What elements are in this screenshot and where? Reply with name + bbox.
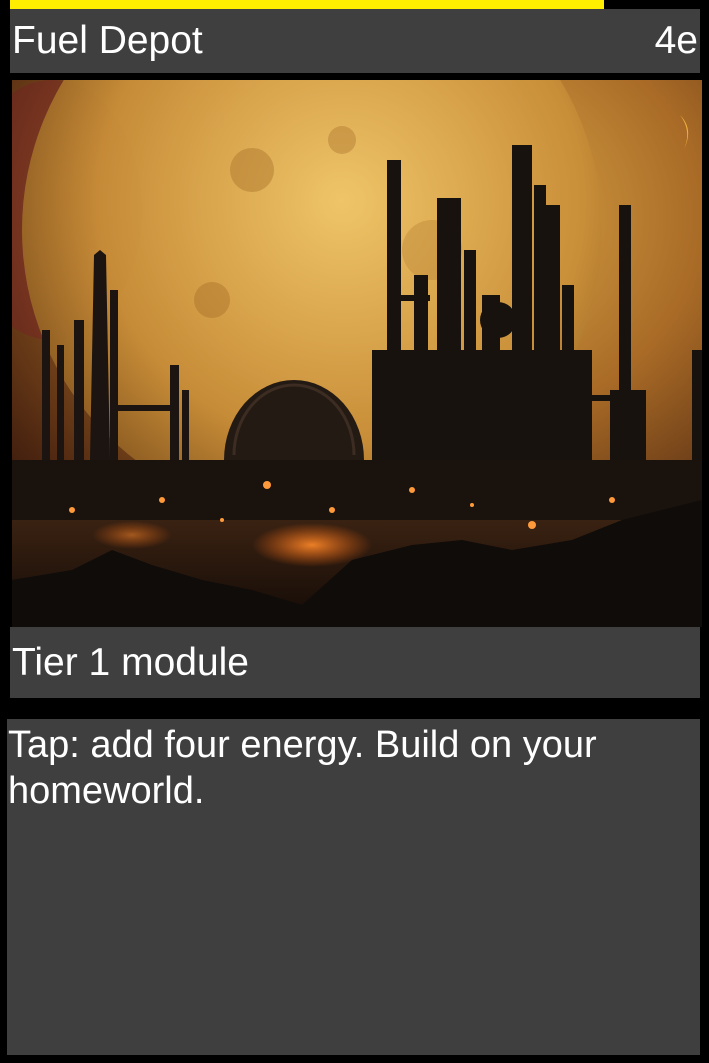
refinery-art-icon xyxy=(12,80,702,627)
card-name: Fuel Depot xyxy=(12,19,203,62)
card-art xyxy=(12,80,702,627)
title-bar: Fuel Depot 4e xyxy=(10,9,700,73)
type-line-bar: Tier 1 module xyxy=(10,627,700,698)
card[interactable]: Fuel Depot 4e Tier 1 module Tap: add fou… xyxy=(0,0,709,1063)
card-rules-text: Tap: add four energy. Build on your home… xyxy=(8,724,597,812)
card-type-line: Tier 1 module xyxy=(12,641,249,684)
rules-text-box: Tap: add four energy. Build on your home… xyxy=(7,719,700,1055)
card-cost: 4e xyxy=(654,19,698,62)
